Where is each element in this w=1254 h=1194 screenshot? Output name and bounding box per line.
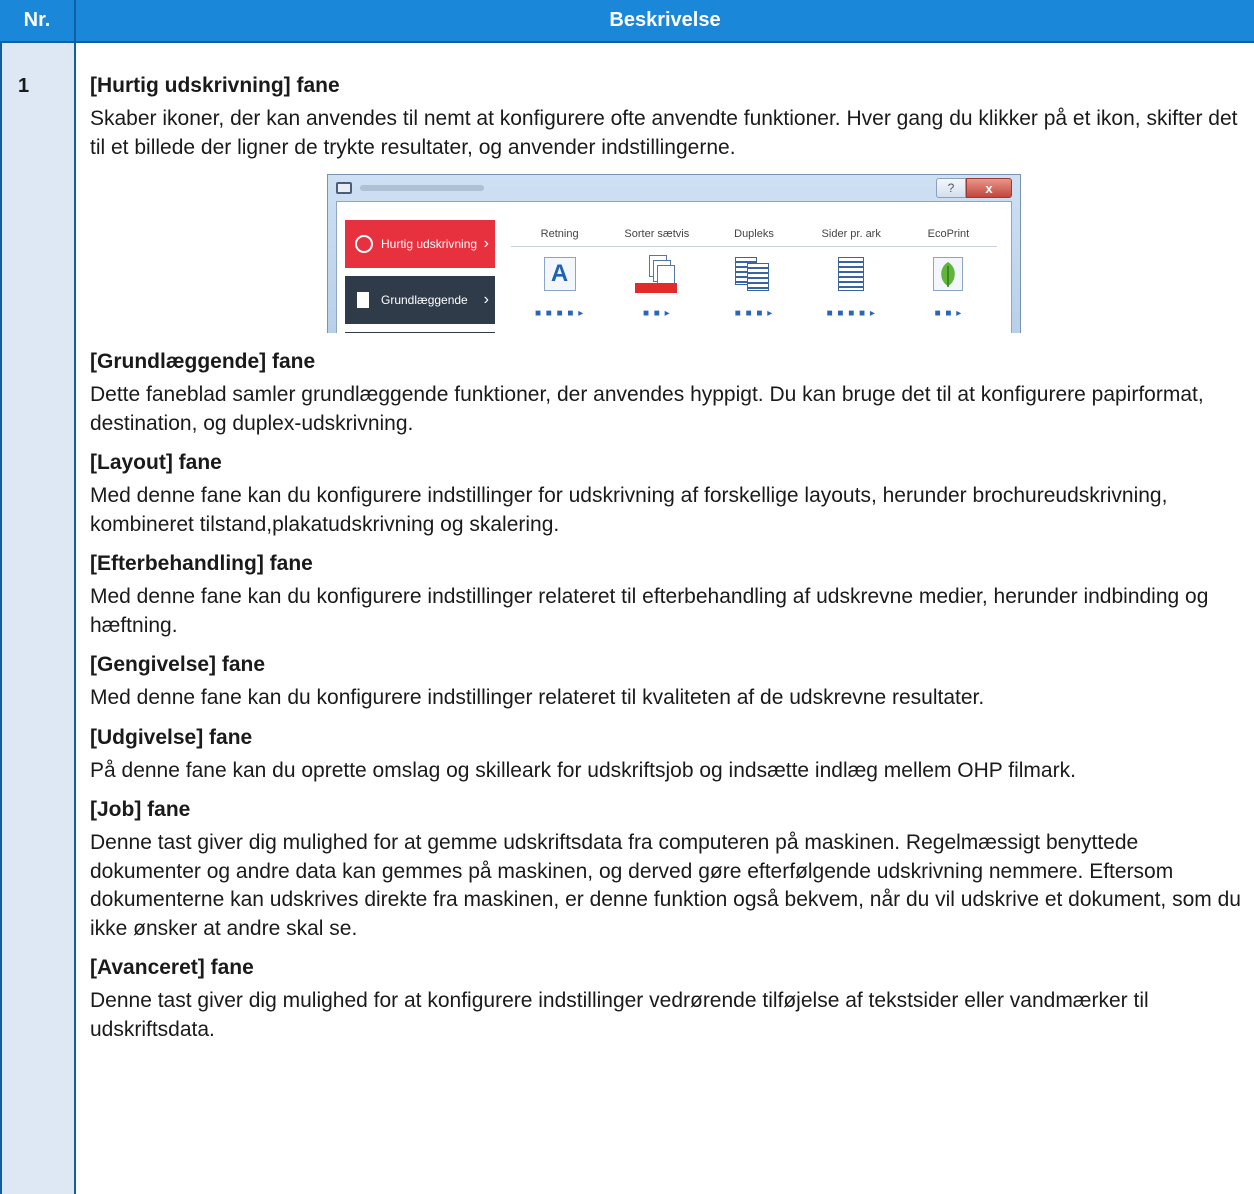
orientation-a-icon: A bbox=[543, 257, 576, 291]
dialog-titlebar bbox=[328, 175, 1020, 201]
section-title-layout: [Layout] fane bbox=[90, 451, 222, 474]
printer-icon bbox=[336, 182, 352, 194]
pages-per-sheet-icon bbox=[838, 257, 865, 291]
option-label-orientation: Retning bbox=[540, 228, 579, 240]
chevron-right-icon: › bbox=[483, 235, 489, 252]
duplex-indicator: ■ ■ ■ ▸ bbox=[734, 308, 774, 319]
header-description: Beskrivelse bbox=[609, 9, 721, 31]
stopwatch-icon bbox=[355, 235, 373, 253]
section-body-basic: Dette faneblad samler grundlæggende funk… bbox=[90, 383, 1204, 435]
quick-options-icons: A bbox=[511, 254, 997, 294]
tab-basic-label: Grundlæggende bbox=[381, 293, 468, 307]
ecoprint-option[interactable] bbox=[900, 254, 997, 294]
close-button[interactable]: x bbox=[966, 178, 1012, 198]
leaf-icon bbox=[933, 257, 964, 291]
quick-options-header: Retning Sorter sætvis Dupleks Sider pr. … bbox=[511, 228, 997, 247]
section-body-advanced: Denne tast giver dig mulighed for at kon… bbox=[90, 989, 1149, 1041]
document-icon bbox=[357, 292, 369, 308]
dialog-title-blurred bbox=[360, 185, 484, 191]
help-button[interactable]: ? bbox=[936, 178, 966, 198]
chevron-right-icon: › bbox=[483, 291, 489, 308]
printer-dialog-screenshot: ? x Hurtig udskrivning › Grundlæggende › bbox=[327, 174, 1021, 333]
orientation-option[interactable]: A bbox=[511, 254, 608, 294]
row-number: 1 bbox=[0, 43, 76, 1194]
section-title-advanced: [Avanceret] fane bbox=[90, 956, 254, 979]
section-title-publishing: [Udgivelse] fane bbox=[90, 725, 253, 749]
option-indicators: ■ ■ ■ ■ ▸ ■ ■ ▸ ■ ■ ■ ▸ ■ ■ ■ ■ ▸ ■ ■ ▸ bbox=[511, 308, 997, 319]
ecoprint-indicator: ■ ■ ▸ bbox=[934, 308, 963, 319]
tab-quick-print-label: Hurtig udskrivning bbox=[381, 237, 478, 251]
row-number-text: 1 bbox=[18, 75, 30, 97]
pages-per-sheet-option[interactable] bbox=[803, 254, 900, 294]
section-title-finishing: [Efterbehandling] fane bbox=[90, 552, 313, 575]
collate-icon bbox=[634, 255, 679, 293]
dialog-body: Hurtig udskrivning › Grundlæggende › Ret… bbox=[336, 201, 1012, 333]
pages-indicator: ■ ■ ■ ■ ▸ bbox=[826, 308, 876, 319]
section-title-imaging: [Gengivelse] fane bbox=[90, 653, 266, 676]
duplex-icon bbox=[735, 255, 773, 293]
option-label-collate: Sorter sætvis bbox=[624, 228, 690, 240]
section-body-layout: Med denne fane kan du konfigurere indsti… bbox=[90, 484, 1168, 536]
section-body-imaging: Med denne fane kan du konfigurere indsti… bbox=[90, 686, 985, 709]
option-label-ecoprint: EcoPrint bbox=[927, 228, 970, 240]
header-nr: Nr. bbox=[0, 0, 76, 41]
description-table: Nr. Beskrivelse 1 [Hurtig udskrivning] f… bbox=[0, 0, 1254, 1194]
table-header: Nr. Beskrivelse bbox=[0, 0, 1254, 43]
tab-quick-print[interactable]: Hurtig udskrivning › bbox=[345, 220, 495, 268]
row-description: [Hurtig udskrivning] fane Skaber ikoner,… bbox=[76, 43, 1254, 1194]
tab-basic[interactable]: Grundlæggende › bbox=[345, 276, 495, 324]
table-row: 1 [Hurtig udskrivning] fane Skaber ikone… bbox=[0, 43, 1254, 1194]
section-title-basic: [Grundlæggende] fane bbox=[90, 350, 316, 373]
duplex-option[interactable] bbox=[705, 254, 802, 294]
collate-indicator: ■ ■ ▸ bbox=[642, 308, 671, 319]
window-buttons: ? x bbox=[936, 178, 1012, 198]
section-body-quickprint: Skaber ikoner, der kan anvendes til nemt… bbox=[90, 107, 1238, 159]
section-body-publishing: På denne fane kan du oprette omslag og s… bbox=[90, 758, 1076, 782]
tab-layout-partial[interactable] bbox=[345, 332, 495, 333]
section-title-job: [Job] fane bbox=[90, 798, 191, 821]
option-label-pages-per-sheet: Sider pr. ark bbox=[821, 228, 881, 240]
collate-option[interactable] bbox=[608, 254, 705, 294]
section-title-quickprint: [Hurtig udskrivning] fane bbox=[90, 74, 340, 97]
orientation-indicator: ■ ■ ■ ■ ▸ bbox=[534, 308, 585, 319]
section-body-job: Denne tast giver dig mulighed for at gem… bbox=[90, 831, 1241, 940]
option-label-duplex: Dupleks bbox=[734, 228, 774, 240]
section-body-finishing: Med denne fane kan du konfigurere indsti… bbox=[90, 585, 1209, 637]
